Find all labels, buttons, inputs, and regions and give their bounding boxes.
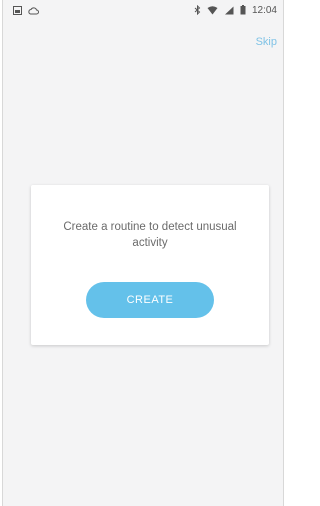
signal-icon [224, 6, 234, 15]
routine-card: Create a routine to detect unusual activ… [31, 185, 269, 345]
image-icon [13, 5, 22, 15]
status-right: 12:04 [194, 5, 277, 16]
battery-icon [240, 5, 246, 15]
cloud-icon [28, 6, 39, 15]
create-button[interactable]: CREATE [86, 282, 214, 318]
status-time: 12:04 [251, 4, 277, 16]
status-left [13, 5, 39, 15]
app-screen: 12:04 Skip Create a routine to detect un… [2, 0, 284, 506]
bluetooth-icon [194, 5, 201, 15]
card-message: Create a routine to detect unusual activ… [63, 221, 237, 249]
skip-button[interactable]: Skip [256, 36, 277, 48]
wifi-icon [207, 5, 218, 15]
status-bar: 12:04 [3, 0, 283, 20]
